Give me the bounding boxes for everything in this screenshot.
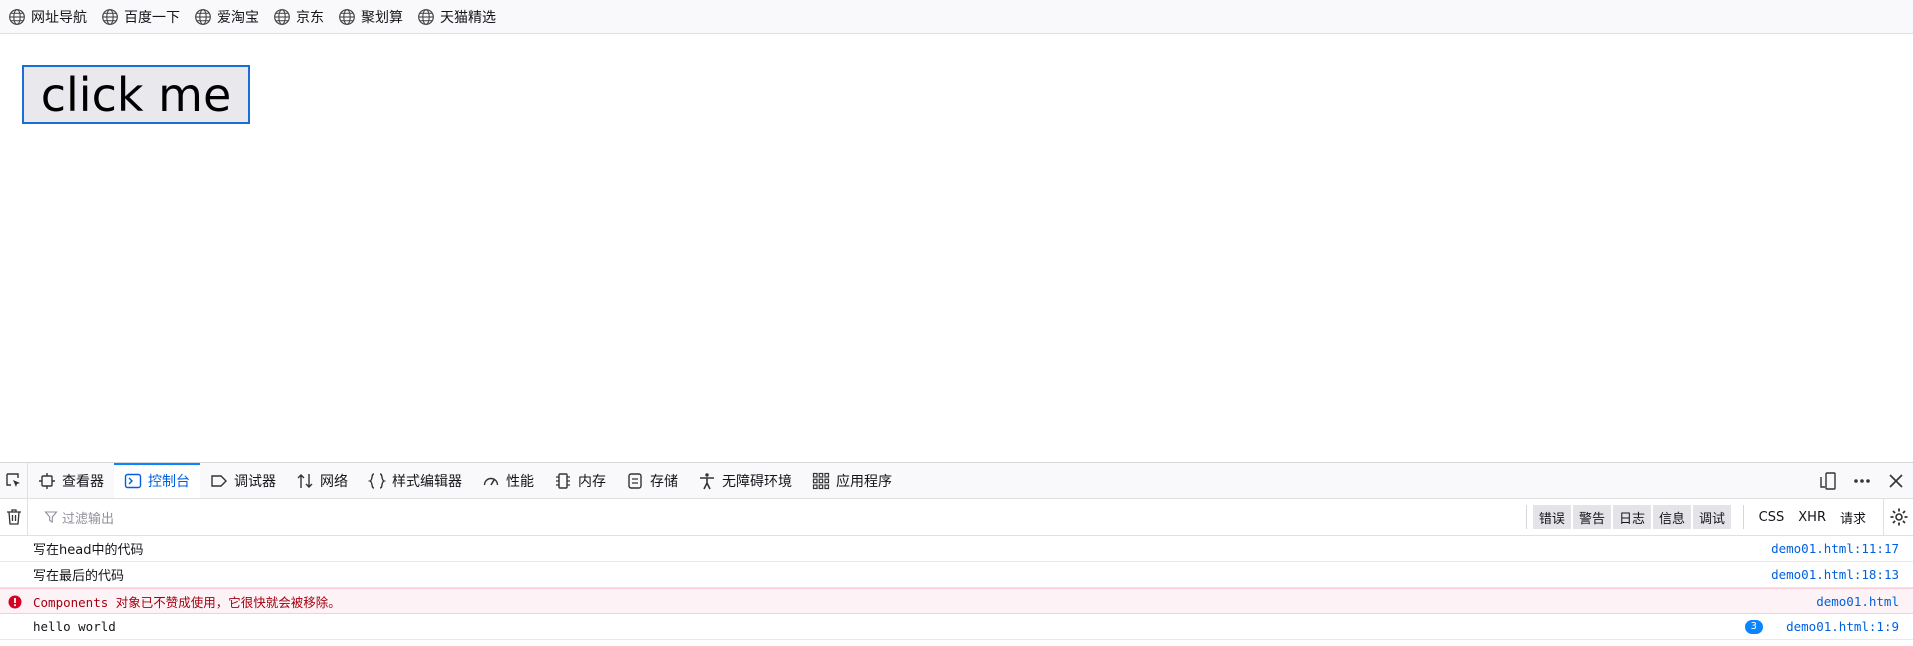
bookmark-label: 百度一下 [124, 9, 180, 26]
responsive-design-icon [1820, 472, 1836, 490]
close-icon [1889, 474, 1903, 488]
tab-label: 无障碍环境 [722, 473, 792, 490]
globe-icon [418, 8, 434, 25]
more-options-button[interactable] [1845, 463, 1879, 499]
message-text: 写在head中的代码 [33, 543, 144, 558]
filter-requests[interactable]: 请求 [1833, 505, 1873, 529]
more-icon [1854, 479, 1870, 483]
message-location-link[interactable]: demo01.html:11:17 [1771, 541, 1899, 556]
message-location-link[interactable]: demo01.html [1816, 594, 1899, 609]
close-devtools-button[interactable] [1879, 463, 1913, 499]
console-settings-button[interactable] [1883, 499, 1913, 535]
filter-logs[interactable]: 日志 [1612, 505, 1651, 529]
tab-style-editor[interactable]: 样式编辑器 [358, 463, 472, 498]
tab-label: 应用程序 [836, 473, 892, 490]
filter-icon [44, 511, 58, 523]
click-me-button[interactable]: click me [22, 65, 250, 124]
storage-icon [628, 472, 642, 489]
globe-icon [274, 8, 290, 25]
tab-label: 性能 [506, 473, 534, 490]
devtools-toolbar: 查看器 控制台 调试器 网络 样式编辑器 性能 内存 存储 无障碍环境 应用程序 [0, 463, 1913, 499]
tab-debugger[interactable]: 调试器 [200, 463, 286, 498]
globe-icon [9, 8, 25, 25]
filter-css[interactable]: CSS [1752, 505, 1792, 529]
element-picker-icon [5, 472, 20, 487]
console-filter-bar: 过滤输出 错误 警告 日志 信息 调试 CSS XHR 请求 [0, 499, 1913, 536]
bookmark-label: 京东 [296, 9, 324, 26]
bookmark-item[interactable]: 天猫精选 [417, 7, 496, 27]
globe-icon [195, 8, 211, 25]
error-icon [8, 595, 22, 609]
network-icon [297, 473, 313, 488]
tab-network[interactable]: 网络 [286, 463, 358, 498]
request-filters: CSS XHR 请求 [1742, 505, 1873, 529]
tab-performance[interactable]: 性能 [472, 463, 544, 498]
message-text: 写在最后的代码 [33, 569, 125, 584]
bookmarks-toolbar: 网址导航 百度一下 爱淘宝 京东 聚划算 天猫精选 [0, 0, 1913, 34]
accessibility-icon [700, 472, 714, 489]
tab-console[interactable]: 控制台 [114, 463, 200, 498]
devtools-panel: 查看器 控制台 调试器 网络 样式编辑器 性能 内存 存储 无障碍环境 应用程序… [0, 462, 1913, 646]
filter-debug[interactable]: 调试 [1692, 505, 1731, 529]
bookmark-label: 爱淘宝 [217, 9, 259, 26]
devtools-window-controls [1811, 463, 1913, 499]
repeat-count-badge: 3 [1744, 619, 1763, 634]
gear-icon [1890, 508, 1907, 526]
bookmark-item[interactable]: 网址导航 [8, 7, 87, 27]
tab-label: 控制台 [148, 473, 190, 490]
tab-label: 查看器 [62, 473, 104, 490]
tab-application[interactable]: 应用程序 [802, 463, 902, 498]
message-location-link[interactable]: demo01.html:18:13 [1771, 567, 1899, 582]
message-text: hello world [33, 619, 116, 634]
filter-xhr[interactable]: XHR [1791, 505, 1833, 529]
message-text: Components 对象已不赞成使用，它很快就会被移除。 [33, 594, 341, 610]
console-icon [124, 473, 142, 488]
filter-errors[interactable]: 错误 [1532, 505, 1571, 529]
clear-console-button[interactable] [0, 499, 28, 535]
tab-label: 样式编辑器 [392, 473, 462, 490]
performance-icon [483, 477, 499, 485]
bookmark-item[interactable]: 百度一下 [101, 7, 180, 27]
tab-label: 内存 [578, 473, 606, 490]
tab-label: 存储 [650, 473, 678, 490]
tab-label: 调试器 [234, 473, 276, 490]
bookmark-label: 网址导航 [31, 9, 87, 26]
application-icon [812, 472, 830, 489]
tab-label: 网络 [320, 473, 348, 490]
bookmark-item[interactable]: 京东 [273, 7, 324, 27]
style-editor-icon [368, 472, 386, 489]
console-message: hello world 3 demo01.html:1:9 [0, 614, 1913, 640]
tab-accessibility[interactable]: 无障碍环境 [688, 463, 802, 498]
filter-placeholder: 过滤输出 [62, 511, 115, 527]
bookmark-label: 天猫精选 [440, 9, 496, 26]
bookmark-label: 聚划算 [361, 9, 403, 26]
responsive-mode-button[interactable] [1811, 463, 1845, 499]
page-content: click me [0, 34, 1913, 462]
bookmark-item[interactable]: 爱淘宝 [194, 7, 259, 27]
trash-icon [6, 509, 21, 525]
globe-icon [102, 8, 118, 25]
filter-output-input[interactable]: 过滤输出 [28, 508, 114, 527]
filter-warnings[interactable]: 警告 [1572, 505, 1611, 529]
globe-icon [339, 8, 355, 25]
console-message: 写在最后的代码 demo01.html:18:13 [0, 562, 1913, 588]
tab-inspector[interactable]: 查看器 [28, 463, 114, 498]
console-error-message: Components 对象已不赞成使用，它很快就会被移除。 demo01.htm… [0, 588, 1913, 614]
tab-storage[interactable]: 存储 [616, 463, 688, 498]
inspector-icon [39, 472, 55, 489]
log-level-filters: 错误 警告 日志 信息 调试 [1525, 505, 1733, 529]
bookmark-item[interactable]: 聚划算 [338, 7, 403, 27]
console-message: 写在head中的代码 demo01.html:11:17 [0, 536, 1913, 562]
filter-info[interactable]: 信息 [1652, 505, 1691, 529]
element-picker-button[interactable] [0, 463, 28, 498]
tab-memory[interactable]: 内存 [544, 463, 616, 498]
memory-icon [556, 472, 570, 489]
message-location-link[interactable]: demo01.html:1:9 [1786, 619, 1899, 634]
debugger-icon [211, 474, 227, 487]
